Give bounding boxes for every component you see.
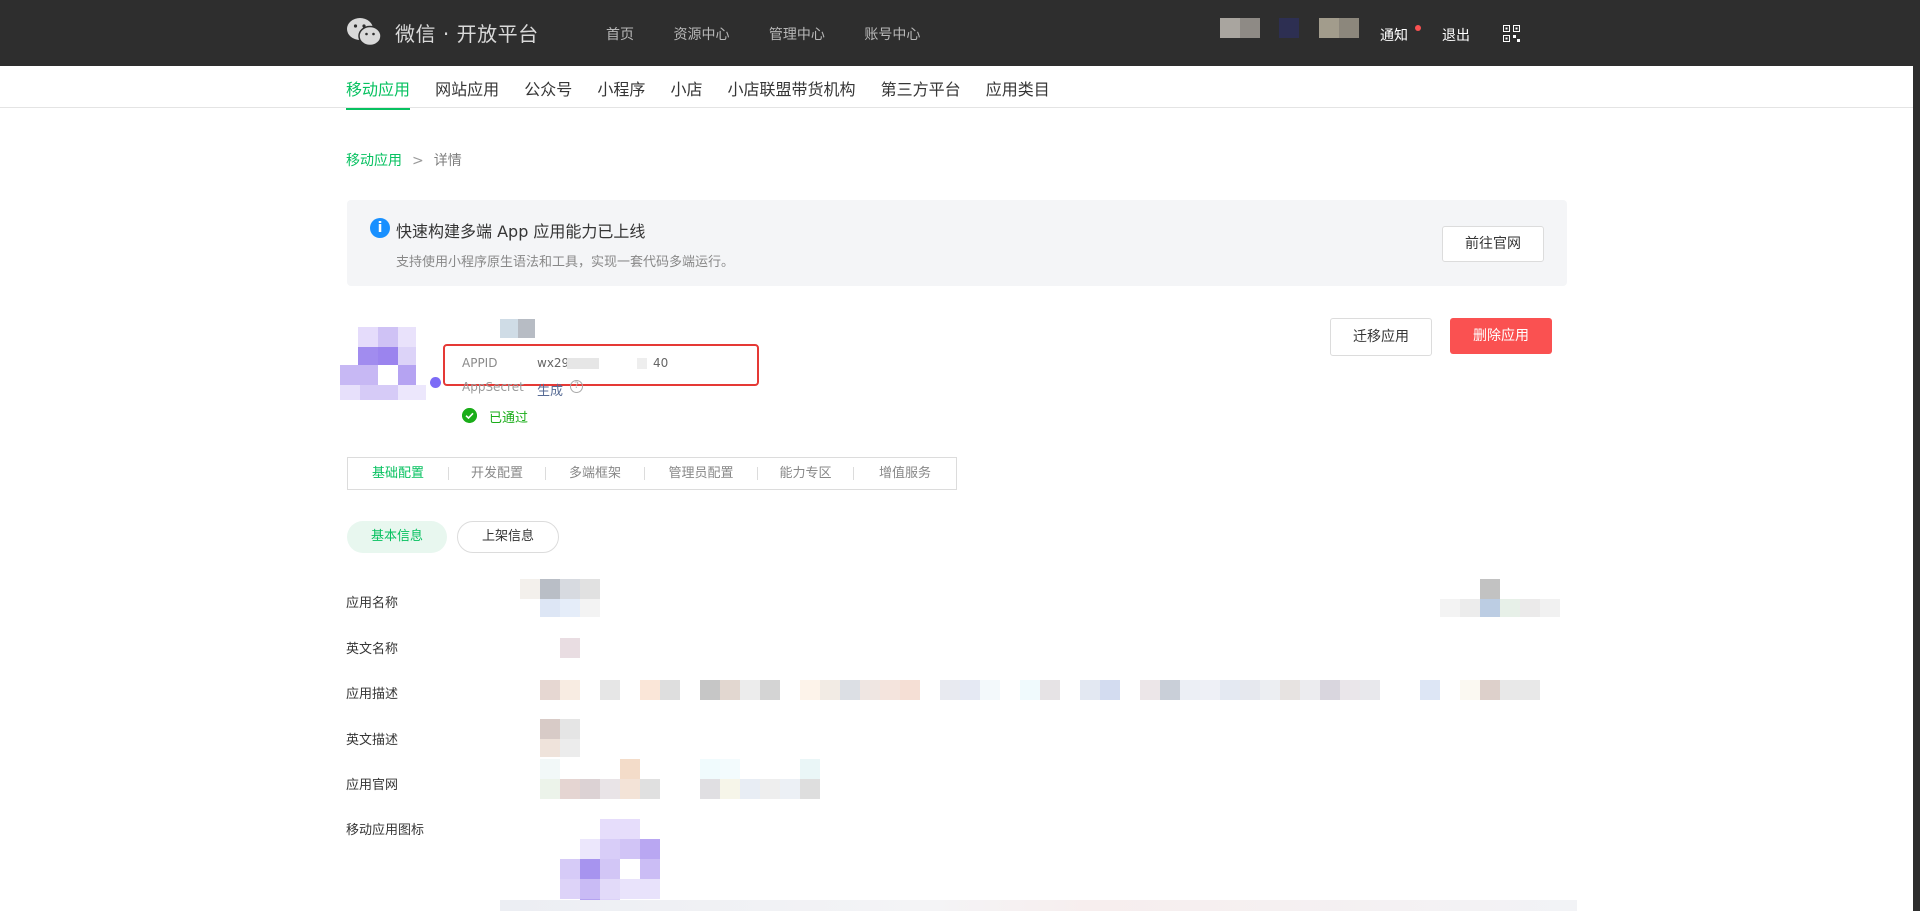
tab-basic-config[interactable]: 基础配置 [348, 458, 448, 489]
subnav-third-party[interactable]: 第三方平台 [881, 76, 961, 100]
subnav-mini-program[interactable]: 小程序 [597, 76, 645, 100]
status-approved: 已通过 [489, 411, 529, 426]
pill-basic-info[interactable]: 基本信息 [347, 521, 447, 553]
topnav-home[interactable]: 首页 [606, 27, 634, 43]
logout-link[interactable]: 退出 [1442, 25, 1470, 45]
field-label-app-desc: 应用描述 [346, 687, 399, 702]
appid-mask-2 [637, 358, 647, 369]
breadcrumb-mobile-app[interactable]: 移动应用 [346, 153, 402, 169]
subnav-mobile-app[interactable]: 移动应用 [346, 76, 411, 110]
breadcrumb-current: 详情 [433, 153, 462, 169]
banner-description: 支持使用小程序原生语法和工具，实现一套代码多端运行。 [396, 255, 735, 270]
scrollbar[interactable] [1913, 0, 1920, 911]
field-label-website: 应用官网 [346, 778, 399, 793]
field-label-app-icon: 移动应用图标 [346, 823, 425, 838]
tab-value-added[interactable]: 增值服务 [854, 458, 956, 489]
wechat-logo-icon[interactable] [346, 16, 382, 48]
top-nav: 首页 资源中心 管理中心 账号中心 [606, 24, 955, 44]
breadcrumb-separator: > [412, 153, 424, 169]
appid-label: APPID [462, 356, 498, 370]
notify-link[interactable]: 通知 [1380, 25, 1408, 45]
brand-title[interactable]: 微信 · 开放平台 [395, 18, 539, 47]
topnav-account[interactable]: 账号中心 [864, 27, 920, 43]
appsecret-generate-link[interactable]: 生成 [537, 380, 563, 399]
banner-title: 快速构建多端 App 应用能力已上线 [396, 222, 646, 241]
topnav-resources[interactable]: 资源中心 [673, 27, 729, 43]
info-icon: i [370, 218, 390, 238]
tab-capabilities[interactable]: 能力专区 [758, 458, 853, 489]
appsecret-label: AppSecret [462, 380, 524, 394]
field-label-en-name: 英文名称 [346, 642, 399, 657]
tab-dev-config[interactable]: 开发配置 [449, 458, 545, 489]
subnav-shop-alliance[interactable]: 小店联盟带货机构 [728, 76, 856, 100]
avatar-status-dot [430, 377, 441, 388]
appid-mask [567, 358, 599, 369]
check-circle-icon [462, 408, 477, 423]
appid-value[interactable]: wx29 [537, 356, 569, 370]
tab-admin-config[interactable]: 管理员配置 [645, 458, 757, 489]
delete-app-button[interactable]: 删除应用 [1450, 318, 1552, 354]
bottom-blurred-strip [500, 900, 1577, 911]
tab-multi-framework[interactable]: 多端框架 [546, 458, 644, 489]
subnav-app-category[interactable]: 应用类目 [986, 76, 1050, 100]
subnav-shop[interactable]: 小店 [670, 76, 702, 100]
config-tabs: 基础配置 开发配置 多端框架 管理员配置 能力专区 增值服务 [347, 457, 957, 490]
sub-nav: 移动应用 网站应用 公众号 小程序 小店 小店联盟带货机构 第三方平台 应用类目 [0, 66, 1913, 110]
question-circle-icon[interactable]: ? [570, 380, 583, 393]
app-avatar [340, 327, 428, 400]
field-label-app-name: 应用名称 [346, 596, 399, 611]
notify-badge [1415, 25, 1421, 31]
field-label-en-desc: 英文描述 [346, 733, 399, 748]
visit-website-button[interactable]: 前往官网 [1442, 226, 1544, 262]
appid-value-end[interactable]: 40 [653, 356, 668, 370]
qrcode-icon[interactable] [1503, 25, 1520, 42]
subnav-official-account[interactable]: 公众号 [524, 76, 572, 100]
top-bar: 微信 · 开放平台 首页 资源中心 管理中心 账号中心 通知 退出 [0, 0, 1920, 66]
announcement-banner: i 快速构建多端 App 应用能力已上线 支持使用小程序原生语法和工具，实现一套… [347, 200, 1567, 286]
subnav-website-app[interactable]: 网站应用 [435, 76, 499, 100]
migrate-app-button[interactable]: 迁移应用 [1330, 318, 1432, 356]
user-avatar[interactable] [1220, 18, 1359, 38]
pill-listing-info[interactable]: 上架信息 [457, 521, 559, 553]
topnav-management[interactable]: 管理中心 [769, 27, 825, 43]
breadcrumb: 移动应用 > 详情 [346, 150, 462, 170]
